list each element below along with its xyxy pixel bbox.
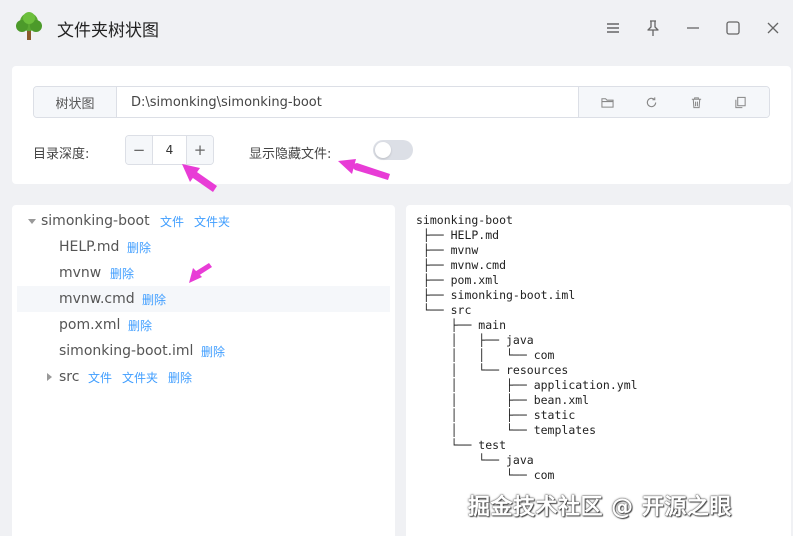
tree-output-panel: simonking-boot ├── HELP.md ├── mvnw ├── …: [406, 205, 791, 536]
app-title: 文件夹树状图: [57, 21, 159, 41]
menu-icon[interactable]: [599, 14, 627, 42]
show-hidden-toggle[interactable]: [373, 140, 413, 160]
copy-icon[interactable]: [730, 91, 752, 113]
tree-node[interactable]: HELP.md 删除: [17, 234, 390, 260]
maximize-icon[interactable]: [719, 14, 747, 42]
add-folder-link[interactable]: 文件夹: [122, 369, 158, 386]
depth-decrement-button[interactable]: −: [126, 136, 153, 164]
toggle-knob: [375, 142, 391, 158]
show-hidden-label: 显示隐藏文件:: [249, 147, 332, 162]
tree-panel: simonking-boot 文件 文件夹 HELP.md 删除 mvnw 删除…: [12, 205, 395, 536]
depth-label: 目录深度:: [33, 147, 90, 162]
delete-link[interactable]: 删除: [201, 343, 225, 360]
tree-node[interactable]: mvnw 删除: [17, 260, 390, 286]
delete-link[interactable]: 删除: [128, 317, 152, 334]
add-file-link[interactable]: 文件: [88, 369, 112, 386]
delete-link[interactable]: 删除: [127, 239, 151, 256]
delete-icon[interactable]: [685, 91, 707, 113]
minimize-icon[interactable]: [679, 14, 707, 42]
tree-logo-icon: [16, 12, 42, 40]
depth-increment-button[interactable]: +: [186, 136, 213, 164]
add-file-link[interactable]: 文件: [160, 213, 184, 230]
tree-node-name: src: [59, 369, 80, 385]
depth-stepper: − 4 +: [125, 135, 214, 165]
caret-right-icon[interactable]: [44, 372, 54, 382]
tree-view-label: 树状图: [34, 87, 117, 117]
tree-node-folder[interactable]: src 文件 文件夹 删除: [17, 364, 390, 390]
close-icon[interactable]: [759, 14, 787, 42]
config-panel: 树状图 目录深度: − 4 + 显示隐藏文件:: [12, 66, 791, 184]
path-bar: 树状图: [33, 86, 770, 118]
tree-node-name: HELP.md: [59, 239, 120, 255]
tree-node[interactable]: pom.xml 删除: [17, 312, 390, 338]
path-actions: [578, 87, 769, 117]
pin-icon[interactable]: [639, 14, 667, 42]
tree-node-name: mvnw.cmd: [59, 291, 135, 307]
add-folder-link[interactable]: 文件夹: [194, 213, 230, 230]
tree-node[interactable]: simonking-boot.iml 删除: [17, 338, 390, 364]
tree-node-root[interactable]: simonking-boot 文件 文件夹: [17, 208, 390, 234]
delete-link[interactable]: 删除: [110, 265, 134, 282]
tree-node-name: simonking-boot: [41, 213, 150, 229]
watermark: 掘金技术社区 @ 开源之眼: [468, 495, 732, 520]
title-bar: 文件夹树状图: [0, 0, 793, 56]
tree-node[interactable]: mvnw.cmd 删除: [17, 286, 390, 312]
depth-value[interactable]: 4: [153, 136, 186, 164]
path-input[interactable]: [117, 87, 578, 117]
refresh-icon[interactable]: [641, 91, 663, 113]
caret-down-icon[interactable]: [27, 216, 37, 226]
tree-node-name: simonking-boot.iml: [59, 343, 194, 359]
delete-link[interactable]: 删除: [142, 291, 166, 308]
tree-node-name: mvnw: [59, 265, 102, 281]
delete-link[interactable]: 删除: [168, 369, 192, 386]
tree-output-text[interactable]: simonking-boot ├── HELP.md ├── mvnw ├── …: [416, 213, 638, 483]
tree-node-name: pom.xml: [59, 317, 121, 333]
folder-open-icon[interactable]: [596, 91, 618, 113]
